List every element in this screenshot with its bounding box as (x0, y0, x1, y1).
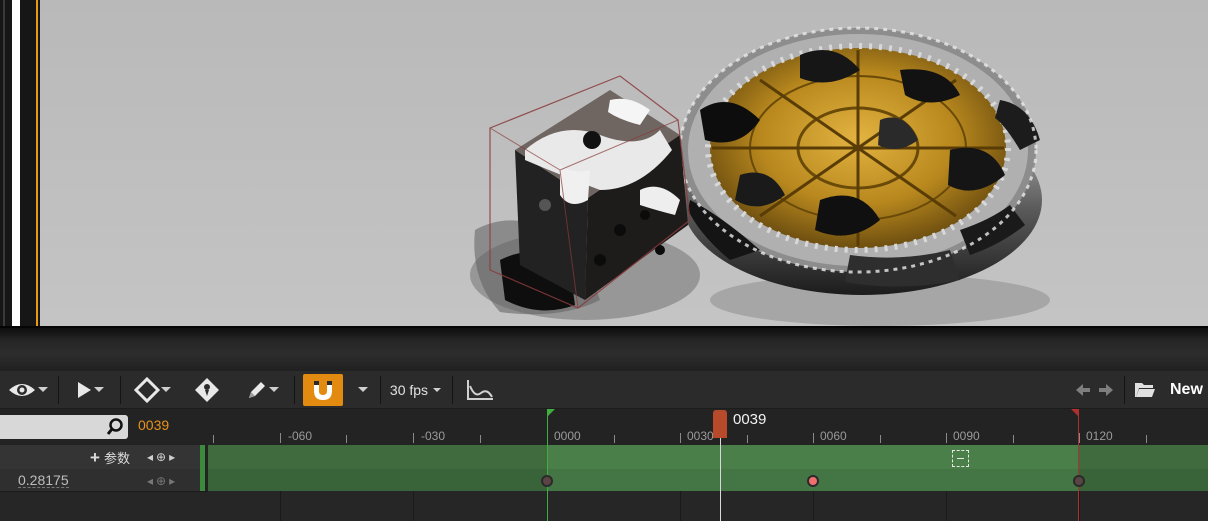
section-key-box[interactable] (952, 450, 969, 467)
ruler-label: 0090 (953, 429, 980, 443)
key-navigation-2: ◂ ⊕ ▸ (147, 474, 175, 488)
parameter-value-field[interactable]: 0.28175 (18, 473, 69, 488)
timeline-empty-area (208, 491, 1208, 521)
play-options-button[interactable] (68, 374, 112, 406)
playhead-line[interactable] (720, 438, 721, 521)
sequence-browser-button[interactable]: New (1134, 374, 1208, 406)
add-track-label: 参数 (103, 450, 130, 466)
edit-tool-button[interactable] (240, 374, 286, 406)
playback-range (547, 445, 1078, 469)
folder-icon (1134, 381, 1156, 399)
end-marker-flag[interactable] (1071, 409, 1079, 417)
chevron-down-icon (37, 386, 49, 394)
sequencer-toolbar: 30 fps New (0, 371, 1208, 409)
track-color-marker (200, 445, 205, 491)
add-track-button[interactable]: + 参数 (90, 448, 130, 466)
tag-icon (194, 377, 220, 403)
framerate-label: 30 fps (389, 382, 429, 398)
magnet-icon (310, 377, 336, 403)
framerate-dropdown[interactable]: 30 fps (386, 374, 446, 406)
separator (120, 376, 121, 404)
keyframe[interactable] (807, 475, 819, 487)
outliner-empty-area (0, 491, 208, 521)
keyframe[interactable] (1073, 475, 1085, 487)
separator (380, 376, 381, 404)
panel-splitter[interactable] (0, 326, 1208, 371)
search-icon (106, 418, 124, 441)
pencil-icon (246, 379, 268, 401)
playhead-frame: 0039 (733, 411, 767, 428)
chevron-down-icon (268, 386, 280, 394)
chevron-down-icon (432, 387, 442, 394)
next-key-icon[interactable]: ▸ (169, 474, 175, 488)
playback-end-marker[interactable] (1078, 409, 1079, 521)
sequencer-window: 30 fps New 0039 + 参数 ◂ ⊕ ▸ 0.28175 ◂ ⊕ ▸… (0, 0, 1208, 521)
chevron-down-icon (160, 386, 172, 394)
chevron-down-icon (93, 386, 105, 394)
scene-render (470, 26, 1050, 326)
coin-model (678, 26, 1042, 295)
playback-start-marker[interactable] (547, 409, 548, 521)
keyframe-icon (134, 377, 160, 403)
track-area[interactable] (208, 445, 1208, 491)
prev-key-icon[interactable]: ◂ (147, 474, 153, 488)
curve-editor-icon (465, 378, 495, 402)
plus-icon: + (90, 447, 100, 467)
search-input[interactable] (0, 415, 128, 439)
separator (1124, 376, 1125, 404)
separator (452, 376, 453, 404)
ruler-label: -030 (421, 429, 446, 443)
level-viewport[interactable] (0, 0, 1208, 326)
view-options-button[interactable] (4, 374, 52, 406)
eye-icon (7, 380, 37, 400)
ruler-label: 0060 (820, 429, 847, 443)
ruler-label: 0120 (1086, 429, 1113, 443)
playhead-handle[interactable] (713, 410, 727, 438)
play-icon (75, 380, 93, 400)
key-navigation: ◂ ⊕ ▸ (147, 450, 175, 464)
history-back-button[interactable] (1072, 374, 1094, 406)
curve-editor-button[interactable] (462, 374, 498, 406)
add-key-icon[interactable]: ⊕ (156, 450, 166, 464)
snap-toggle-button[interactable] (303, 374, 343, 406)
key-options-button[interactable] (128, 374, 178, 406)
prev-key-icon[interactable]: ◂ (147, 450, 153, 464)
current-frame-field[interactable]: 0039 (138, 417, 169, 433)
separator (58, 376, 59, 404)
ruler-label: 0030 (687, 429, 714, 443)
time-ruler[interactable]: -060 -030 0000 0030 0060 0090 0120 (208, 409, 1208, 445)
chevron-down-icon (357, 386, 369, 394)
forward-arrow-icon (1097, 382, 1115, 398)
next-key-icon[interactable]: ▸ (169, 450, 175, 464)
back-arrow-icon (1074, 382, 1092, 398)
ruler-label: 0000 (554, 429, 581, 443)
sequence-name: New (1170, 381, 1203, 398)
start-marker-flag[interactable] (547, 409, 555, 417)
separator (294, 376, 295, 404)
keyframe[interactable] (541, 475, 553, 487)
history-forward-button[interactable] (1095, 374, 1117, 406)
add-key-icon[interactable]: ⊕ (156, 474, 166, 488)
snap-options-dropdown[interactable] (352, 374, 374, 406)
auto-key-button[interactable] (192, 374, 222, 406)
ruler-label: -060 (288, 429, 313, 443)
